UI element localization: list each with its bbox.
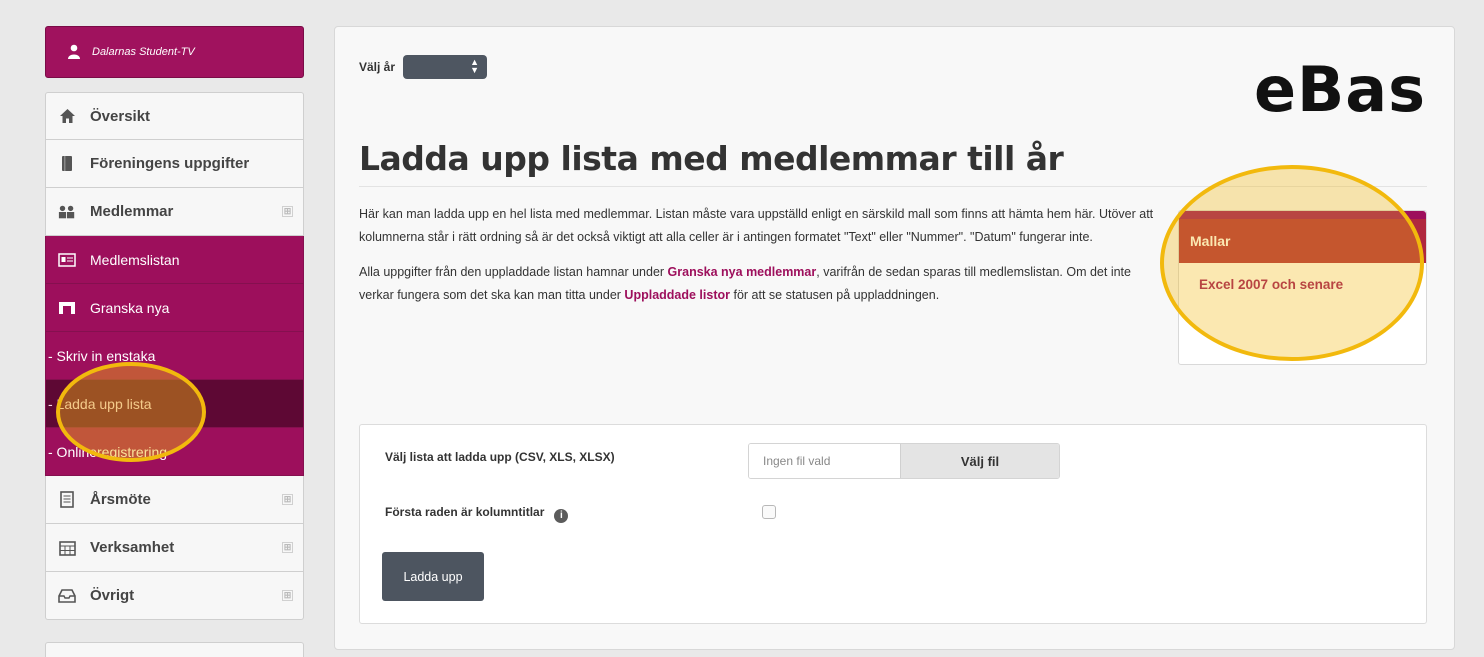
excel-template-link[interactable]: Excel 2007 och senare	[1179, 263, 1426, 292]
organization-button[interactable]: Dalarnas Student-TV	[45, 26, 304, 78]
sidebar-item-ladda-upp-lista[interactable]: - Ladda upp lista	[45, 380, 304, 428]
calendar-icon	[58, 539, 76, 557]
sidebar-item-arsmote[interactable]: Årsmöte ⊞	[45, 476, 304, 524]
upload-form: Välj lista att ladda upp (CSV, XLS, XLSX…	[359, 424, 1427, 624]
description-paragraph-1: Här kan man ladda upp en hel lista med m…	[359, 207, 1154, 244]
file-label: Välj lista att ladda upp (CSV, XLS, XLSX…	[385, 450, 615, 464]
file-name-display: Ingen fil vald	[749, 444, 900, 478]
expand-icon[interactable]: ⊞	[282, 206, 293, 217]
sidebar-item-onlineregistrering[interactable]: - Onlineregistrering	[45, 428, 304, 476]
list-card-icon	[58, 251, 76, 269]
info-icon[interactable]: i	[554, 508, 569, 523]
upload-button[interactable]: Ladda upp	[382, 552, 484, 601]
sidebar: Dalarnas Student-TV Översikt Föreningens…	[45, 26, 304, 620]
sidebar-item-label: Översikt	[90, 107, 151, 125]
users-icon	[58, 203, 76, 221]
file-picker[interactable]: Ingen fil vald Välj fil	[748, 443, 1060, 479]
sidebar-item-label: Granska nya	[90, 299, 170, 316]
text-segment: för att se statusen på uppladdningen.	[730, 288, 940, 302]
expand-icon[interactable]: ⊞	[282, 542, 293, 553]
templates-heading: Mallar	[1179, 219, 1426, 263]
sidebar-item-ovrigt[interactable]: Övrigt ⊞	[45, 572, 304, 620]
organization-name: Dalarnas Student-TV	[92, 46, 195, 58]
templates-top-bar	[1179, 211, 1426, 219]
sidebar-item-foreningens-uppgifter[interactable]: Föreningens uppgifter	[45, 140, 304, 188]
book-icon	[58, 155, 76, 173]
description: Här kan man ladda upp en hel lista med m…	[359, 203, 1159, 319]
brand-logo: eBas	[1253, 53, 1426, 126]
granska-nya-medlemmar-link[interactable]: Granska nya medlemmar	[668, 265, 817, 279]
sidebar-item-medlemmar[interactable]: Medlemmar ⊞	[45, 188, 304, 236]
sidebar-item-label: Medlemslistan	[90, 251, 180, 268]
user-icon	[68, 44, 82, 60]
main-panel: Välj år ▲ ▼ eBas Ladda upp lista med medl…	[334, 26, 1455, 650]
home-icon	[58, 107, 76, 125]
sidebar-next-section	[45, 642, 304, 657]
sidebar-item-verksamhet[interactable]: Verksamhet ⊞	[45, 524, 304, 572]
sidebar-item-label: Föreningens uppgifter	[90, 155, 250, 172]
expand-icon[interactable]: ⊞	[282, 494, 293, 505]
text-segment: Alla uppgifter från den uppladdade lista…	[359, 265, 668, 279]
sidebar-item-medlemslistan[interactable]: Medlemslistan	[45, 236, 304, 284]
expand-icon[interactable]: ⊞	[282, 590, 293, 601]
sidebar-item-granska-nya[interactable]: Granska nya	[45, 284, 304, 332]
inbox-icon	[58, 299, 76, 317]
sidebar-item-label: Årsmöte	[90, 491, 151, 508]
year-select[interactable]: ▲ ▼	[403, 55, 488, 79]
header-row-label: Första raden är kolumntitlar i	[385, 505, 569, 523]
sidebar-item-label: Verksamhet	[90, 539, 175, 556]
document-icon	[58, 491, 76, 509]
year-label: Välj år	[359, 60, 396, 74]
sidebar-item-label: - Skriv in enstaka	[48, 347, 156, 364]
sidebar-item-label: Övrigt	[90, 587, 135, 604]
description-paragraph-2: Alla uppgifter från den uppladdade lista…	[359, 261, 1159, 307]
sidebar-item-label: - Onlineregistrering	[48, 443, 168, 460]
templates-box: Mallar Excel 2007 och senare	[1178, 210, 1427, 365]
title-divider	[359, 186, 1427, 187]
header-row-checkbox[interactable]	[762, 505, 776, 519]
uppladdade-listor-link[interactable]: Uppladdade listor	[624, 288, 730, 302]
sidebar-item-label: - Ladda upp lista	[48, 395, 152, 412]
page-title: Ladda upp lista med medlemmar till år	[359, 139, 1064, 178]
year-selector: Välj år ▲ ▼	[359, 55, 488, 79]
sidebar-item-oversikt[interactable]: Översikt	[45, 92, 304, 140]
header-row-label-text: Första raden är kolumntitlar	[385, 505, 545, 519]
tray-icon	[58, 587, 76, 605]
sidebar-item-label: Medlemmar	[90, 203, 174, 220]
sidebar-item-skriv-in-enstaka[interactable]: - Skriv in enstaka	[45, 332, 304, 380]
select-arrows-icon: ▲ ▼	[470, 57, 480, 75]
choose-file-button[interactable]: Välj fil	[900, 444, 1059, 478]
